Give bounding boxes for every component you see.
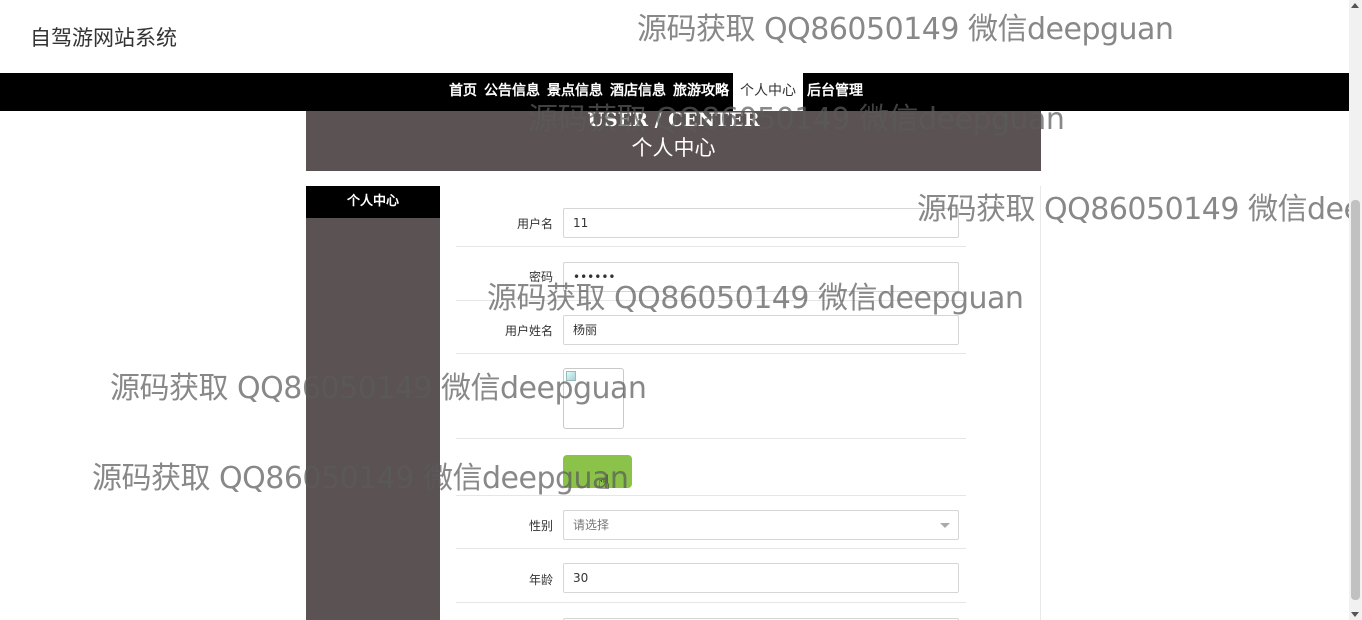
form-row-age: 年龄 30 xyxy=(456,549,966,603)
form-row-photo xyxy=(456,354,966,439)
page-banner: USER / CENTER 个人中心 xyxy=(306,109,1041,171)
scroll-thumb[interactable] xyxy=(1351,200,1360,600)
fullname-label: 用户姓名 xyxy=(504,324,553,338)
nav-announcements[interactable]: 公告信息 xyxy=(481,73,543,111)
gender-select[interactable]: 请选择 xyxy=(563,510,959,540)
broken-image-icon xyxy=(566,371,576,381)
password-label: 密码 xyxy=(528,270,553,284)
nav-home[interactable]: 首页 xyxy=(446,73,480,111)
age-label: 年龄 xyxy=(528,573,553,587)
hand-cursor-icon: ☝ xyxy=(598,470,611,494)
chevron-down-icon xyxy=(940,523,950,528)
gender-select-placeholder: 请选择 xyxy=(573,518,610,532)
sidebar: 个人中心 xyxy=(306,186,440,620)
nav-admin[interactable]: 后台管理 xyxy=(804,73,866,111)
nav-travel-guides[interactable]: 旅游攻略 xyxy=(670,73,732,111)
nav-items: 首页 公告信息 景点信息 酒店信息 旅游攻略 个人中心 后台管理 xyxy=(446,73,867,111)
sidebar-item-user-center[interactable]: 个人中心 xyxy=(306,186,440,218)
gender-label: 性别 xyxy=(528,519,553,533)
nav-user-center[interactable]: 个人中心 xyxy=(733,73,803,111)
site-title: 自驾游网站系统 xyxy=(30,26,177,50)
nav-hotels[interactable]: 酒店信息 xyxy=(607,73,669,111)
form-row-upload xyxy=(456,439,966,496)
page-scrollbar[interactable] xyxy=(1349,0,1362,620)
username-input[interactable]: 11 xyxy=(563,208,959,238)
password-input[interactable]: •••••• xyxy=(563,262,959,292)
main-navbar: 首页 公告信息 景点信息 酒店信息 旅游攻略 个人中心 后台管理 xyxy=(0,73,1349,111)
username-label: 用户名 xyxy=(516,217,553,231)
form-row-gender: 性别 请选择 xyxy=(456,496,966,549)
scroll-up-icon[interactable] xyxy=(1351,3,1359,8)
profile-form: 用户名 11 密码 •••••• 用户姓名 杨丽 性别 请选择 年龄 30 xyxy=(440,186,1041,620)
form-row-username: 用户名 11 xyxy=(456,200,966,247)
watermark-text: 源码获取 QQ86050149 微信deepguan xyxy=(637,12,1174,47)
banner-title-cn: 个人中心 xyxy=(631,136,716,160)
fullname-input[interactable]: 杨丽 xyxy=(563,315,959,345)
age-input[interactable]: 30 xyxy=(563,563,959,593)
banner-title-en: USER / CENTER xyxy=(587,109,760,131)
form-row-fullname: 用户姓名 杨丽 xyxy=(456,301,966,354)
nav-attractions[interactable]: 景点信息 xyxy=(544,73,606,111)
scroll-down-icon[interactable] xyxy=(1351,612,1359,617)
avatar-image-preview xyxy=(563,368,624,429)
form-row-password: 密码 •••••• xyxy=(456,247,966,301)
